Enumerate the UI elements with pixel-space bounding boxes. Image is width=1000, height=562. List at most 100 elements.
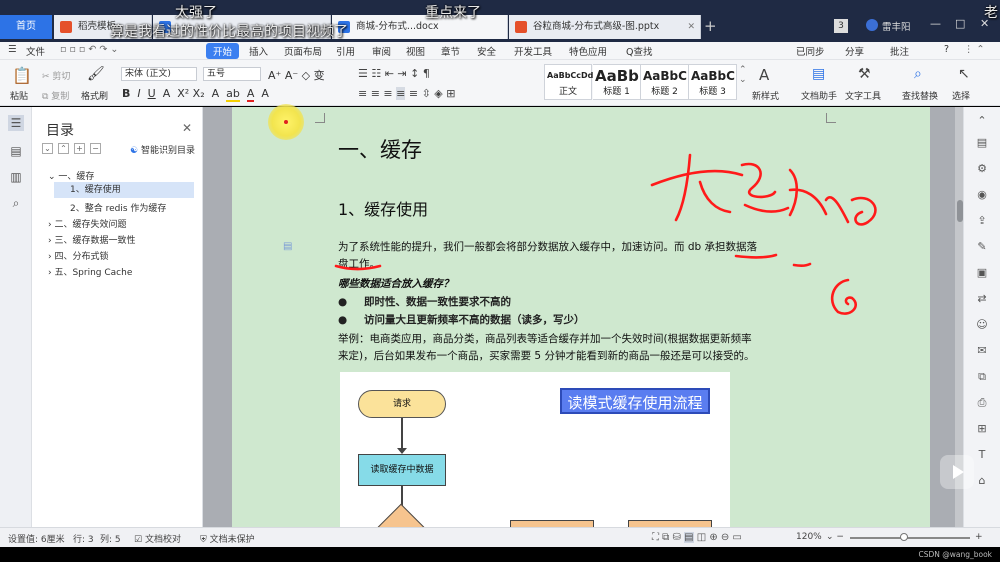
font-grow-shrink-buttons[interactable]: A⁺ A⁻ ◇ 变	[268, 67, 325, 83]
tab-dev-tools[interactable]: 开发工具	[514, 44, 552, 58]
copy-button[interactable]: ⧉ 复制	[42, 89, 69, 102]
style-normal[interactable]: AaBbCcDd 正文	[544, 64, 593, 100]
page-icon[interactable]: ▤	[8, 143, 24, 159]
share-button[interactable]: 分享	[845, 44, 864, 58]
proofread-button[interactable]: ☑ 文档校对	[134, 532, 181, 545]
font-family-select[interactable]: 宋体 (正文)	[121, 67, 197, 81]
play-icon	[953, 465, 964, 479]
toc-item[interactable]: ⌄ 一、缓存	[48, 169, 94, 182]
watermark: CSDN @wang_book	[918, 550, 992, 559]
remove-icon[interactable]: −	[90, 143, 101, 154]
toc-item[interactable]: › 二、缓存失效问题	[48, 217, 126, 230]
toc-item[interactable]: › 四、分布式锁	[48, 249, 108, 262]
zoom-level[interactable]: 120%	[796, 532, 822, 542]
protect-status[interactable]: ⛨ 文档未保护	[200, 532, 255, 545]
tab-start[interactable]: 开始	[206, 43, 240, 59]
zoom-dropdown-icon[interactable]: ⌄ −	[826, 532, 844, 542]
tab-special[interactable]: 特色应用	[569, 44, 607, 58]
find-replace-button[interactable]: 查找替换	[902, 89, 938, 102]
doc-assistant-button[interactable]: 文档助手	[801, 89, 837, 102]
tab-security[interactable]: 安全	[477, 44, 496, 58]
comment-button[interactable]: 批注	[890, 44, 909, 58]
view-mode-icons[interactable]: ⛶ ⧉ ⛁ ▤ ◫ ⊕ ⊖ ▭	[652, 532, 742, 543]
menu-file[interactable]: 文件	[26, 44, 45, 58]
smart-toc-button[interactable]: ☯ 智能识别目录	[130, 143, 195, 156]
compare-icon[interactable]: ⧉	[974, 369, 990, 385]
bookmark-icon[interactable]: ▥	[8, 169, 24, 185]
tab-pptx[interactable]: 谷粒商城-分布式高级-图.pptx ✕	[509, 15, 701, 39]
help-button[interactable]: ?	[944, 44, 949, 55]
font-style-buttons[interactable]: B I U A X² X₂ A ab A A	[122, 87, 269, 102]
tab-layout[interactable]: 页面布局	[284, 44, 322, 58]
style-heading1[interactable]: AaBb 标题 1	[593, 64, 641, 100]
expand-all-icon[interactable]: ⌄	[42, 143, 53, 154]
location-icon[interactable]: ◉	[974, 187, 990, 203]
image-icon[interactable]: ▣	[974, 265, 990, 281]
contact-icon[interactable]: ☺	[974, 317, 990, 333]
font-size-select[interactable]: 五号	[203, 67, 261, 81]
paste-button[interactable]: 粘贴	[10, 89, 28, 102]
paragraph-handle-icon[interactable]: ▤	[283, 241, 292, 252]
new-tab-button[interactable]: +	[704, 15, 717, 37]
collapse-icon[interactable]: ⌃	[58, 143, 69, 154]
toc-item-selected[interactable]: 1、缓存使用	[54, 182, 194, 198]
style-heading2[interactable]: AaBbC 标题 2	[641, 64, 689, 100]
zoom-slider[interactable]	[850, 537, 970, 539]
tab-references[interactable]: 引用	[336, 44, 355, 58]
print-icon[interactable]: ⎙	[974, 395, 990, 411]
share-icon[interactable]: ⇪	[974, 213, 990, 229]
add-icon[interactable]: +	[74, 143, 85, 154]
toc-icon[interactable]: ☰	[8, 115, 24, 131]
search-icon[interactable]: ⌕	[8, 195, 24, 211]
chat-icon[interactable]: ✉	[974, 343, 990, 359]
align-buttons[interactable]: ≡ ≡ ≡ ≡ ≡ ⇳ ◈ ⊞	[358, 87, 455, 100]
expand-icon[interactable]: ⌃	[974, 113, 990, 129]
tab-view[interactable]: 视图	[406, 44, 425, 58]
window-count-badge[interactable]: 3	[834, 19, 848, 33]
tab-home[interactable]: 首页	[0, 15, 52, 39]
style-scroll-icon[interactable]: ⌃ ⌄	[739, 65, 747, 85]
flow-diagram[interactable]: 读模式缓存使用流程 请求 读取缓存中数据	[340, 372, 730, 527]
tab-insert[interactable]: 插入	[249, 44, 268, 58]
maximize-icon[interactable]: □	[955, 17, 965, 30]
tab-review[interactable]: 审阅	[372, 44, 391, 58]
status-setting-value[interactable]: 设置值: 6厘米	[8, 532, 65, 545]
list-buttons[interactable]: ☰ ☷ ⇤ ⇥ ↕ ¶	[358, 67, 430, 80]
zoom-in-icon[interactable]: +	[975, 532, 983, 542]
bookmark-icon[interactable]: ▤	[974, 135, 990, 151]
toc-item[interactable]: 2、整合 redis 作为缓存	[70, 201, 166, 214]
close-icon[interactable]: ✕	[182, 121, 192, 135]
toc-item[interactable]: › 五、Spring Cache	[48, 265, 132, 278]
tab-docx[interactable]: 商城-分布式...docx	[332, 15, 508, 39]
text-tool-button[interactable]: 文字工具	[845, 89, 881, 102]
toc-item-label: 一、缓存	[58, 172, 95, 182]
wrench-icon: ⚒	[858, 66, 871, 82]
cut-button[interactable]: ✂ 剪切	[42, 69, 70, 82]
lock-icon[interactable]: ⌂	[974, 473, 990, 489]
minimize-icon[interactable]: —	[930, 17, 941, 30]
close-icon[interactable]: ✕	[687, 15, 695, 39]
search-button[interactable]: Q查找	[626, 44, 652, 58]
format-painter-button[interactable]: 格式刷	[81, 89, 108, 102]
translate-icon[interactable]: ⇄	[974, 291, 990, 307]
tab-label: 谷粒商城-分布式高级-图.pptx	[533, 21, 660, 32]
sync-status[interactable]: 已同步	[796, 44, 825, 58]
quick-access-icons[interactable]: ▫ ▫ ▫ ↶ ↷ ⌄	[60, 44, 118, 55]
tab-chapter[interactable]: 章节	[441, 44, 460, 58]
video-play-button[interactable]	[940, 455, 974, 489]
table-icon[interactable]: ⊞	[974, 421, 990, 437]
user-name[interactable]: 雷丰阳	[882, 19, 911, 33]
toc-item[interactable]: › 三、缓存数据一致性	[48, 233, 135, 246]
select-button[interactable]: 选择	[952, 89, 970, 102]
style-heading3[interactable]: AaBbC 标题 3	[689, 64, 737, 100]
new-style-button[interactable]: 新样式	[752, 89, 779, 102]
more-icon[interactable]: ⋮ ⌃	[964, 44, 984, 55]
avatar[interactable]	[866, 19, 878, 31]
pen-icon[interactable]: ✎	[974, 239, 990, 255]
zoom-slider-thumb[interactable]	[900, 533, 908, 541]
flow-node	[628, 520, 712, 527]
hamburger-icon[interactable]: ☰	[8, 44, 17, 55]
flow-read-cache-node: 读取缓存中数据	[358, 454, 446, 486]
text-icon[interactable]: T	[974, 447, 990, 463]
settings-icon[interactable]: ⚙	[974, 161, 990, 177]
